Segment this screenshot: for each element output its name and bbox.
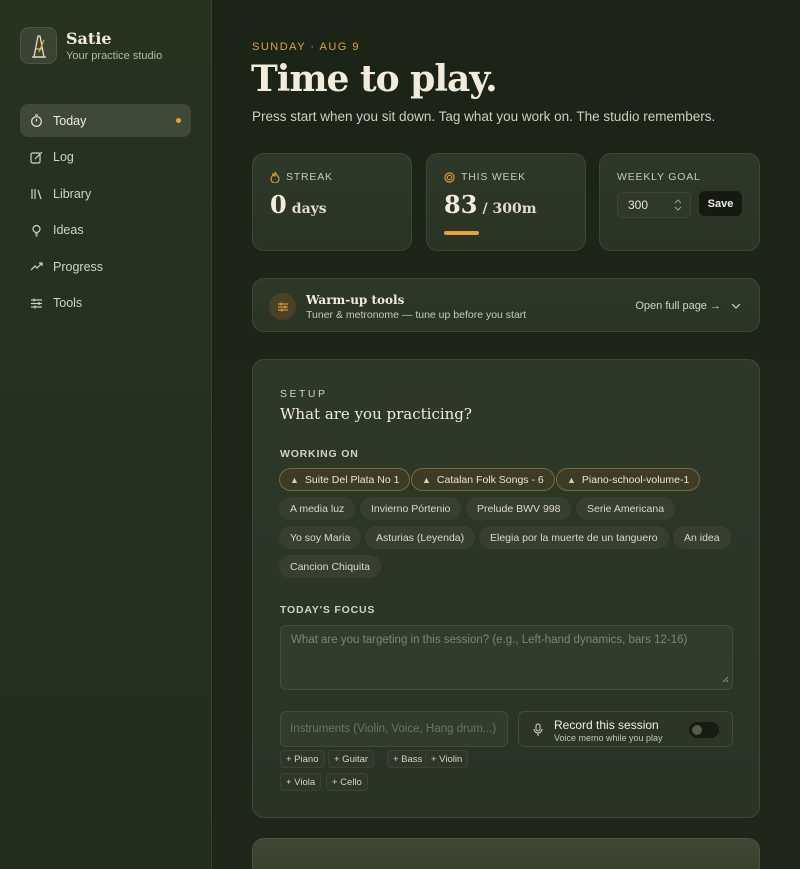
working-on-label: WORKING ON [280, 448, 359, 460]
this-week-label: THIS WEEK [461, 171, 526, 183]
warmup-tools-panel[interactable]: Warm-up tools Tuner & metronome — tune u… [252, 278, 760, 332]
add-instrument-chip[interactable]: + Bass [387, 750, 429, 768]
target-icon [444, 171, 455, 183]
streak-unit: days [291, 201, 327, 217]
setup-kicker: SETUP [280, 388, 328, 400]
open-full-page-link[interactable]: Open full page → [635, 300, 741, 312]
add-instrument-chip[interactable]: + Cello [326, 773, 368, 791]
warmup-title: Warm-up tools [306, 293, 405, 307]
save-goal-button[interactable]: Save [699, 191, 742, 216]
brand-name: Satie [66, 28, 112, 48]
page-subtitle: Press start when you sit down. Tag what … [252, 109, 716, 124]
next-card [252, 838, 760, 869]
pinned-piece-chip[interactable]: ▲ Catalan Folk Songs - 6 [411, 468, 555, 491]
setup-panel: SETUP What are you practicing? WORKING O… [252, 359, 760, 818]
sidebar-nav: Today Log Library Ideas Progress Tools [20, 104, 191, 323]
instruments-input[interactable]: Instruments (Violin, Voice, Hang drum...… [280, 711, 508, 747]
piece-chip[interactable]: Yo soy Maria [279, 526, 362, 549]
brand[interactable]: Satie Your practice studio [20, 27, 162, 64]
metronome-icon [20, 27, 57, 64]
pin-icon: ▲ [290, 474, 299, 485]
chip-label: Piano-school-volume-1 [581, 473, 690, 486]
sidebar-item-label: Tools [53, 296, 83, 310]
microphone-icon [533, 723, 543, 742]
instruments-placeholder: Instruments (Violin, Voice, Hang drum...… [290, 723, 497, 735]
toggle-knob [692, 725, 702, 735]
weekly-goal-card: WEEKLY GOAL 300 Save [599, 153, 760, 251]
chip-label: Catalan Folk Songs - 6 [436, 473, 544, 486]
stepper-icon[interactable] [674, 199, 682, 214]
sidebar-item-today[interactable]: Today [20, 104, 191, 137]
add-instrument-chip[interactable]: + Piano [280, 750, 325, 768]
sidebar-item-log[interactable]: Log [20, 141, 191, 174]
warmup-subtitle: Tuner & metronome — tune up before you s… [306, 309, 527, 321]
pin-icon: ▲ [422, 474, 431, 485]
this-week-card: THIS WEEK 83 / 300m [426, 153, 586, 251]
pinned-piece-chip[interactable]: ▲ Piano-school-volume-1 [556, 468, 701, 491]
active-indicator-dot [176, 118, 181, 123]
sidebar-item-library[interactable]: Library [20, 177, 191, 210]
pinned-piece-chip[interactable]: ▲ Suite Del Plata No 1 [279, 468, 411, 491]
chip-label: Suite Del Plata No 1 [304, 473, 400, 486]
piece-chip[interactable]: Elegia por la muerte de un tanguero [479, 526, 669, 549]
this-week-value: 83 [444, 190, 478, 219]
streak-label: STREAK [286, 171, 333, 183]
trend-up-icon [30, 260, 43, 273]
stopwatch-icon [30, 114, 43, 127]
sliders-icon [30, 297, 43, 310]
page-title: Time to play. [251, 58, 498, 100]
streak-value: 0 [270, 190, 287, 219]
library-icon [30, 187, 43, 200]
weekly-goal-value: 300 [628, 198, 649, 212]
sidebar-item-progress[interactable]: Progress [20, 250, 191, 283]
sidebar-item-label: Library [53, 186, 92, 201]
add-instrument-chip[interactable]: + Violin [425, 750, 469, 768]
focus-placeholder: What are you targeting in this session? … [291, 634, 688, 646]
sidebar-item-label: Today [53, 113, 87, 128]
sidebar-item-label: Progress [53, 259, 104, 274]
sidebar-item-label: Log [53, 150, 74, 164]
brand-subtitle: Your practice studio [66, 49, 163, 62]
piece-chip[interactable]: Prelude BWV 998 [466, 497, 572, 520]
piece-chip[interactable]: A media luz [279, 497, 356, 520]
app-root: Satie Your practice studio Today Log Lib… [0, 0, 800, 869]
resize-handle-icon[interactable] [722, 674, 729, 686]
record-subtitle: Voice memo while you play [554, 733, 663, 743]
piece-chip[interactable]: Cancion Chiquita [279, 555, 381, 578]
add-instrument-chip[interactable]: + Guitar [328, 750, 375, 768]
pin-icon: ▲ [567, 474, 576, 485]
todays-focus-label: TODAY'S FOCUS [280, 604, 376, 616]
record-title: Record this session [554, 718, 659, 732]
piece-chip[interactable]: Asturias (Leyenda) [365, 526, 476, 549]
this-week-unit: / 300m [482, 201, 537, 217]
piece-chip[interactable]: An idea [673, 526, 731, 549]
streak-card: STREAK 0 days [252, 153, 412, 251]
setup-title: What are you practicing? [280, 405, 472, 423]
piece-chip[interactable]: Invierno Pórtenio [360, 497, 462, 520]
record-toggle-switch[interactable] [689, 722, 719, 738]
week-progress-bar [444, 231, 479, 235]
chevron-down-icon[interactable] [731, 303, 741, 309]
sidebar: Satie Your practice studio Today Log Lib… [0, 0, 212, 869]
main-content: SUNDAY · AUG 9 Time to play. Press start… [213, 0, 800, 869]
open-full-page-label: Open full page → [635, 300, 721, 312]
weekly-goal-label: WEEKLY GOAL [617, 171, 701, 183]
weekly-goal-input[interactable]: 300 [617, 192, 691, 218]
edit-icon [30, 151, 43, 164]
flame-icon [270, 171, 280, 183]
sidebar-item-label: Ideas [53, 223, 84, 237]
sidebar-item-tools[interactable]: Tools [20, 287, 191, 320]
lightbulb-icon [30, 224, 43, 237]
date-label: SUNDAY · AUG 9 [252, 41, 361, 53]
record-session-toggle-row[interactable]: Record this session Voice memo while you… [518, 711, 733, 747]
add-instrument-chip[interactable]: + Viola [280, 773, 322, 791]
focus-textarea[interactable]: What are you targeting in this session? … [280, 625, 733, 690]
sidebar-item-ideas[interactable]: Ideas [20, 214, 191, 247]
sliders-icon [269, 293, 296, 320]
piece-chip[interactable]: Serie Americana [576, 497, 676, 520]
